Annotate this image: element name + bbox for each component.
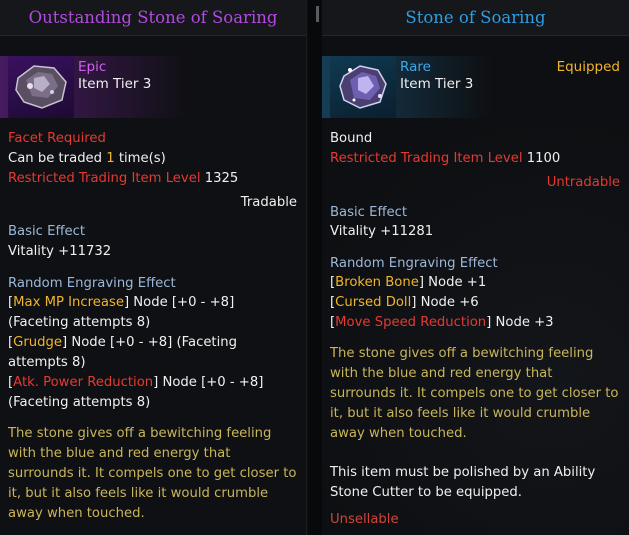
left-item-title: Outstanding Stone of Soaring — [0, 0, 306, 36]
panel-divider — [308, 0, 322, 535]
right-restricted-value: 1100 — [526, 151, 561, 166]
right-unsellable: Unsellable — [330, 512, 399, 527]
rare-ability-stone-icon — [330, 56, 396, 118]
left-restricted-value: 1325 — [204, 171, 239, 186]
right-random-header: Random Engraving Effect — [330, 256, 498, 271]
right-grade: Rare — [400, 59, 431, 75]
left-facet-required: Facet Required — [8, 131, 106, 146]
left-basic-effect: Vitality +11732 — [8, 244, 112, 259]
right-engraving-2-node: Node +6 — [420, 295, 479, 310]
left-trade-count: 1 — [106, 151, 115, 166]
left-engraving-3-node: Node [+0 - +8] — [162, 375, 264, 390]
left-engraving-3: [Atk. Power Reduction] Node [+0 - +8] — [8, 375, 264, 390]
right-basic-effect: Vitality +11281 — [330, 224, 434, 239]
right-bound: Bound — [330, 131, 373, 146]
right-untradable: Untradable — [546, 175, 620, 190]
left-engraving-2-name: Grudge — [13, 335, 63, 350]
left-engraving-3-attempts: (Faceting attempts 8) — [8, 395, 151, 410]
left-engraving-1-attempts: (Faceting attempts 8) — [8, 315, 151, 330]
right-engraving-2-name: Cursed Doll — [335, 295, 412, 310]
left-restricted-label: Restricted Trading Item Level — [8, 171, 201, 186]
left-engraving-1-name: Max MP Increase — [13, 295, 124, 310]
right-engraving-1-name: Broken Bone — [335, 275, 419, 290]
left-tooltip-panel: Outstanding Stone of Soaring Epic Item T… — [0, 0, 307, 535]
left-tradable: Tradable — [240, 195, 297, 210]
right-engraving-1: [Broken Bone] Node +1 — [330, 275, 487, 290]
left-tier: Item Tier 3 — [78, 76, 152, 92]
left-item-header: Epic Item Tier 3 — [0, 36, 306, 126]
right-description: The stone gives off a bewitching feeling… — [330, 346, 619, 441]
right-tier: Item Tier 3 — [400, 76, 474, 92]
right-item-header: Rare Item Tier 3 Equipped — [322, 36, 629, 126]
left-engraving-1: [Max MP Increase] Node [+0 - +8] — [8, 295, 235, 310]
left-engraving-1-node: Node [+0 - +8] — [133, 295, 235, 310]
left-engraving-3-name: Atk. Power Reduction — [13, 375, 154, 390]
right-item-title: Stone of Soaring — [322, 0, 629, 36]
right-tooltip-panel: Stone of Soaring Rare Item Tier 3 Equipp… — [322, 0, 629, 535]
left-trade-prefix: Can be traded — [8, 151, 107, 166]
left-description: The stone gives off a bewitching feeling… — [8, 426, 297, 521]
right-engraving-3-node: Node +3 — [495, 315, 554, 330]
left-trade-count-line: Can be traded 1 time(s) — [8, 150, 166, 168]
left-engraving-2-node: Node [+0 - +8] (Faceting — [71, 335, 238, 350]
left-restricted-line: Restricted Trading Item Level 1325 — [8, 170, 238, 188]
left-grade: Epic — [78, 59, 107, 75]
left-trade-suffix: time(s) — [114, 151, 166, 166]
right-polish-note: This item must be polished by an Ability… — [330, 465, 596, 500]
right-basic-effect-header: Basic Effect — [330, 205, 408, 220]
right-equipped-badge: Equipped — [556, 59, 620, 75]
epic-ability-stone-icon — [8, 56, 74, 118]
right-restricted-label: Restricted Trading Item Level — [330, 151, 523, 166]
right-engraving-3-name: Move Speed Reduction — [335, 315, 487, 330]
left-engraving-2: [Grudge] Node [+0 - +8] (Faceting — [8, 335, 238, 350]
right-engraving-3: [Move Speed Reduction] Node +3 — [330, 315, 554, 330]
left-random-header: Random Engraving Effect — [8, 276, 176, 291]
right-engraving-1-node: Node +1 — [428, 275, 487, 290]
right-restricted-line: Restricted Trading Item Level 1100 — [330, 150, 560, 168]
left-basic-effect-header: Basic Effect — [8, 224, 86, 239]
left-engraving-2-attempts: attempts 8) — [8, 355, 86, 370]
divider-marker — [316, 6, 319, 22]
right-engraving-2: [Cursed Doll] Node +6 — [330, 295, 479, 310]
